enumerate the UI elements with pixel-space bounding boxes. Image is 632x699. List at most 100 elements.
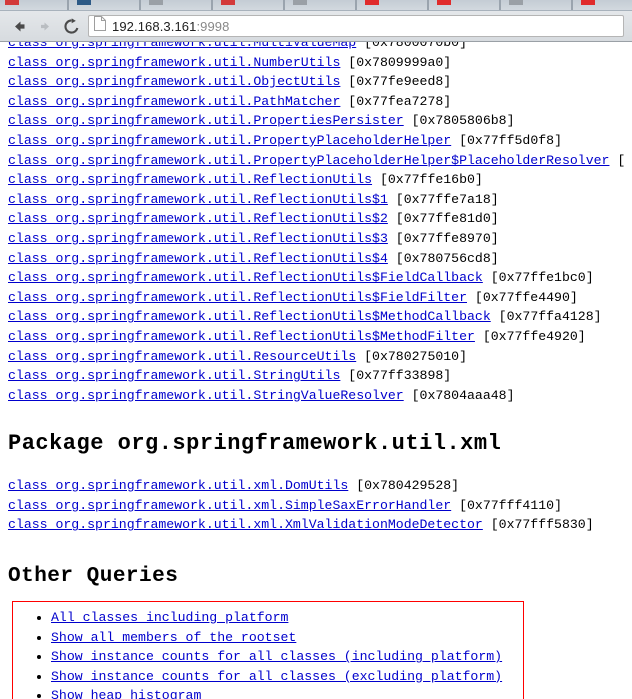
class-link[interactable]: class org.springframework.util.StringUti…: [8, 368, 340, 383]
xml-class-list: class org.springframework.util.xml.DomUt…: [0, 476, 632, 535]
class-link[interactable]: class org.springframework.util.Reflectio…: [8, 290, 467, 305]
browser-tab[interactable]: [428, 0, 500, 10]
tab-favicon-icon: [293, 0, 307, 5]
tab-favicon-icon: [149, 0, 163, 5]
class-entry-row: class org.springframework.util.MultiValu…: [0, 42, 632, 53]
class-address: [0x7804aaa48]: [404, 388, 515, 403]
browser-tab[interactable]: [284, 0, 356, 10]
browser-tab[interactable]: [572, 0, 632, 10]
class-link[interactable]: class org.springframework.util.PropertyP…: [8, 153, 609, 168]
browser-tab[interactable]: [212, 0, 284, 10]
forward-arrow-icon: [37, 18, 54, 35]
browser-tab[interactable]: [356, 0, 428, 10]
class-entry-row: class org.springframework.util.xml.XmlVa…: [0, 515, 632, 535]
class-link[interactable]: class org.springframework.util.MultiValu…: [8, 42, 356, 50]
other-query-link[interactable]: All classes including platform: [51, 610, 288, 625]
browser-tab[interactable]: [68, 0, 140, 10]
class-address: [0x77ffa4128]: [491, 309, 602, 324]
package-heading: Package org.springframework.util.xml: [8, 431, 632, 456]
class-entry-row: class org.springframework.util.PathMatch…: [0, 92, 632, 112]
address-bar[interactable]: 192.168.3.161:9998: [88, 15, 624, 37]
back-arrow-icon: [11, 18, 28, 35]
tab-favicon-icon: [77, 0, 91, 5]
class-entry-row: class org.springframework.util.Reflectio…: [0, 268, 632, 288]
class-entry-row: class org.springframework.util.ResourceU…: [0, 347, 632, 367]
class-link[interactable]: class org.springframework.util.ObjectUti…: [8, 74, 340, 89]
address-port: :9998: [196, 19, 229, 34]
class-address: [0x780756cd8]: [388, 251, 499, 266]
browser-tab[interactable]: [140, 0, 212, 10]
class-address: [0x77ffe16b0]: [372, 172, 483, 187]
class-entry-row: class org.springframework.util.Reflectio…: [0, 249, 632, 269]
page-document-icon: [94, 16, 106, 36]
class-address: [0x780429528]: [348, 478, 459, 493]
other-query-link[interactable]: Show all members of the rootset: [51, 630, 296, 645]
class-link[interactable]: class org.springframework.util.ResourceU…: [8, 349, 356, 364]
class-entry-row: class org.springframework.util.Propertie…: [0, 111, 632, 131]
forward-button[interactable]: [32, 14, 58, 38]
other-query-link[interactable]: Show instance counts for all classes (ex…: [51, 669, 502, 684]
address-host: 192.168.3.161: [112, 19, 196, 34]
browser-chrome: 192.168.3.161:9998: [0, 0, 632, 42]
class-link[interactable]: class org.springframework.util.xml.Simpl…: [8, 498, 451, 513]
tab-strip[interactable]: [0, 0, 632, 11]
page-content: class org.springframework.util.MultiValu…: [0, 42, 632, 699]
other-query-link[interactable]: Show heap histogram: [51, 688, 201, 699]
reload-button[interactable]: [58, 14, 84, 38]
list-item: All classes including platform: [51, 608, 523, 628]
class-link[interactable]: class org.springframework.util.Reflectio…: [8, 309, 491, 324]
tab-favicon-icon: [437, 0, 451, 5]
tab-favicon-icon: [5, 0, 19, 5]
class-link[interactable]: class org.springframework.util.Reflectio…: [8, 211, 388, 226]
tab-favicon-icon: [509, 0, 523, 5]
class-address: [0x77ffe4490]: [467, 290, 578, 305]
util-class-list: class org.springframework.util.MultiValu…: [0, 42, 632, 405]
class-link[interactable]: class org.springframework.util.Propertie…: [8, 113, 404, 128]
class-entry-row: class org.springframework.util.Reflectio…: [0, 307, 632, 327]
class-address: [0x77ffe81d0]: [388, 211, 499, 226]
back-button[interactable]: [6, 14, 32, 38]
class-address: [0x7800070b0]: [356, 42, 467, 50]
browser-tab[interactable]: [500, 0, 572, 10]
class-address: [: [609, 153, 625, 168]
class-link[interactable]: class org.springframework.util.Reflectio…: [8, 231, 388, 246]
class-entry-row: class org.springframework.util.xml.DomUt…: [0, 476, 632, 496]
class-link[interactable]: class org.springframework.util.Reflectio…: [8, 192, 388, 207]
class-link[interactable]: class org.springframework.util.xml.XmlVa…: [8, 517, 483, 532]
tab-favicon-icon: [221, 0, 235, 5]
class-address: [0x7805806b8]: [404, 113, 515, 128]
class-link[interactable]: class org.springframework.util.PathMatch…: [8, 94, 340, 109]
class-link[interactable]: class org.springframework.util.PropertyP…: [8, 133, 451, 148]
list-item: Show instance counts for all classes (in…: [51, 647, 523, 667]
class-address: [0x77ff33898]: [340, 368, 451, 383]
class-link[interactable]: class org.springframework.util.xml.DomUt…: [8, 478, 348, 493]
class-address: [0x77ffe1bc0]: [483, 270, 594, 285]
class-entry-row: class org.springframework.util.StringVal…: [0, 386, 632, 406]
class-entry-row: class org.springframework.util.Reflectio…: [0, 288, 632, 308]
class-link[interactable]: class org.springframework.util.NumberUti…: [8, 55, 340, 70]
other-queries-box: All classes including platform Show all m…: [12, 601, 524, 699]
class-link[interactable]: class org.springframework.util.Reflectio…: [8, 251, 388, 266]
class-entry-row: class org.springframework.util.StringUti…: [0, 366, 632, 386]
browser-tab[interactable]: [0, 0, 68, 10]
class-link[interactable]: class org.springframework.util.Reflectio…: [8, 172, 372, 187]
reload-icon: [63, 18, 80, 35]
class-entry-row: class org.springframework.util.NumberUti…: [0, 53, 632, 73]
class-address: [0x77fff5830]: [483, 517, 594, 532]
address-bar-text: 192.168.3.161:9998: [112, 19, 229, 34]
class-link[interactable]: class org.springframework.util.Reflectio…: [8, 329, 475, 344]
list-item: Show all members of the rootset: [51, 628, 523, 648]
class-link[interactable]: class org.springframework.util.Reflectio…: [8, 270, 483, 285]
class-entry-row: class org.springframework.util.Reflectio…: [0, 327, 632, 347]
class-address: [0x780275010]: [356, 349, 467, 364]
class-entry-row: class org.springframework.util.Reflectio…: [0, 209, 632, 229]
class-address: [0x77ffe8970]: [388, 231, 499, 246]
class-address: [0x77fff4110]: [451, 498, 562, 513]
class-address: [0x77ffe7a18]: [388, 192, 499, 207]
class-entry-row: class org.springframework.util.Reflectio…: [0, 190, 632, 210]
class-link[interactable]: class org.springframework.util.StringVal…: [8, 388, 404, 403]
page-viewport: class org.springframework.util.MultiValu…: [0, 42, 632, 699]
class-address: [0x7809999a0]: [340, 55, 451, 70]
other-query-link[interactable]: Show instance counts for all classes (in…: [51, 649, 502, 664]
list-item: Show instance counts for all classes (ex…: [51, 667, 523, 687]
